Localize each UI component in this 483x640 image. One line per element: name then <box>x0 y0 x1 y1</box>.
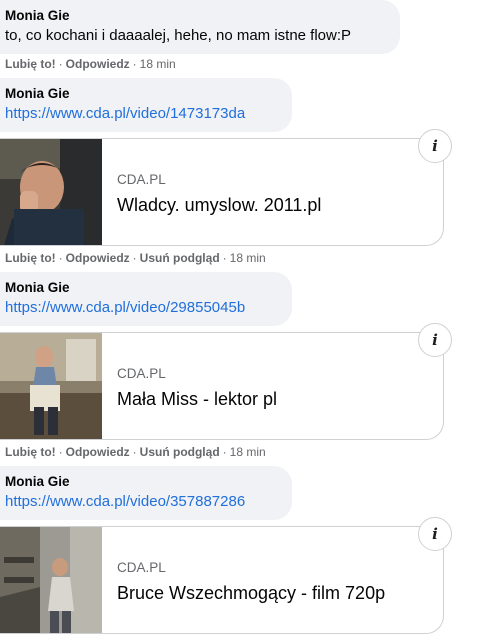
preview-thumbnail <box>0 527 102 633</box>
link-preview-card[interactable]: CDA.PL Bruce Wszechmogący - film 720p <box>0 526 444 634</box>
separator: · <box>132 445 137 459</box>
separator: · <box>132 251 137 265</box>
comment-actions: Lubię to! · Odpowiedz · Usuń podgląd · 18 min <box>5 251 266 265</box>
info-icon[interactable]: i <box>418 517 452 551</box>
comment-bubble: Monia Gie https://www.cda.pl/video/35788… <box>0 466 292 520</box>
separator: · <box>222 251 227 265</box>
comment-actions: Lubię to! · Odpowiedz · 18 min <box>5 57 176 71</box>
info-button[interactable]: i <box>418 517 452 551</box>
comment-author[interactable]: Monia Gie <box>5 85 280 103</box>
preview-title[interactable]: Mała Miss - lektor pl <box>117 389 277 410</box>
separator: · <box>132 57 137 71</box>
comment-time[interactable]: 18 min <box>140 57 176 71</box>
reply-button[interactable]: Odpowiedz <box>66 57 130 71</box>
preview-thumbnail <box>0 333 102 439</box>
preview-domain: CDA.PL <box>117 560 166 575</box>
preview-title[interactable]: Bruce Wszechmogący - film 720p <box>117 583 385 604</box>
comment-link[interactable]: https://www.cda.pl/video/357887286 <box>5 491 280 512</box>
info-button[interactable]: i <box>418 129 452 163</box>
comment-actions: Lubię to! · Odpowiedz · Usuń podgląd · 18 min <box>5 445 266 459</box>
comment-author[interactable]: Monia Gie <box>5 7 388 25</box>
preview-domain: CDA.PL <box>117 366 166 381</box>
comment-bubble: Monia Gie https://www.cda.pl/video/14731… <box>0 78 292 132</box>
separator: · <box>58 57 63 71</box>
preview-thumbnail <box>0 139 102 245</box>
comment-bubble: Monia Gie https://www.cda.pl/video/29855… <box>0 272 292 326</box>
like-button[interactable]: Lubię to! <box>5 57 56 71</box>
info-icon[interactable]: i <box>418 323 452 357</box>
remove-preview-button[interactable]: Usuń podgląd <box>140 251 220 265</box>
like-button[interactable]: Lubię to! <box>5 251 56 265</box>
preview-domain: CDA.PL <box>117 172 166 187</box>
comment-text: to, co kochani i daaaalej, hehe, no mam … <box>5 27 352 44</box>
comment-author[interactable]: Monia Gie <box>5 279 280 297</box>
reply-button[interactable]: Odpowiedz <box>66 251 130 265</box>
comment-time[interactable]: 18 min <box>230 251 266 265</box>
separator: · <box>58 445 63 459</box>
comment-link[interactable]: https://www.cda.pl/video/29855045b <box>5 297 280 318</box>
comment-link[interactable]: https://www.cda.pl/video/1473173da <box>5 103 280 124</box>
comment-bubble: Monia Gie to, co kochani i daaaalej, heh… <box>0 0 400 54</box>
info-icon[interactable]: i <box>418 129 452 163</box>
info-button[interactable]: i <box>418 323 452 357</box>
link-preview-card[interactable]: CDA.PL Wladcy. umyslow. 2011.pl <box>0 138 444 246</box>
comment-author[interactable]: Monia Gie <box>5 473 280 491</box>
comment-time[interactable]: 18 min <box>230 445 266 459</box>
remove-preview-button[interactable]: Usuń podgląd <box>140 445 220 459</box>
separator: · <box>58 251 63 265</box>
separator: · <box>222 445 227 459</box>
reply-button[interactable]: Odpowiedz <box>66 445 130 459</box>
link-preview-card[interactable]: CDA.PL Mała Miss - lektor pl <box>0 332 444 440</box>
preview-title[interactable]: Wladcy. umyslow. 2011.pl <box>117 195 321 216</box>
like-button[interactable]: Lubię to! <box>5 445 56 459</box>
